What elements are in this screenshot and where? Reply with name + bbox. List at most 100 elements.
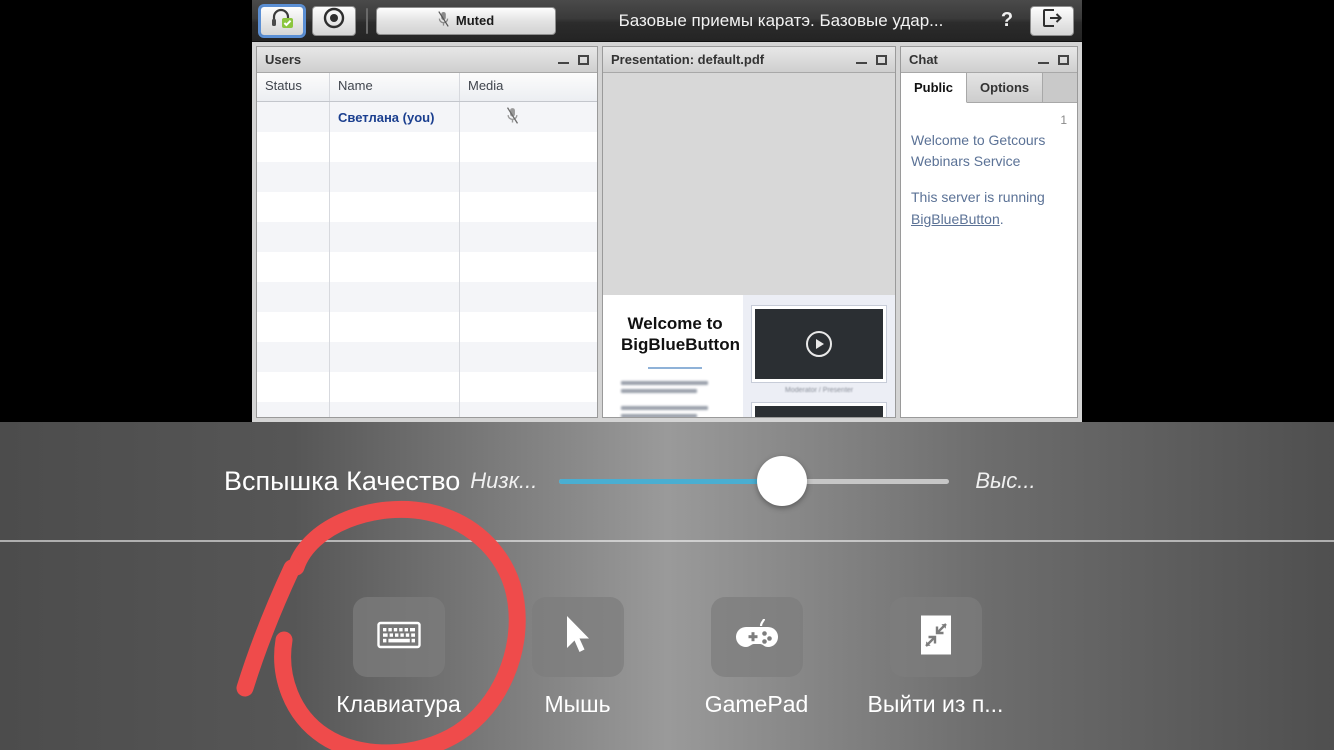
chat-message-line-2: Webinars Service: [911, 153, 1021, 170]
presentation-slide: Welcome to BigBlueButton Moderator / Pre…: [603, 295, 895, 417]
quality-low-label: Низк...: [470, 468, 538, 493]
maximize-icon[interactable]: [578, 54, 589, 65]
slide-heading-line2: BigBlueButton: [621, 335, 740, 355]
table-row: [257, 132, 597, 162]
chat-message-line-1: Welcome to Getcours: [911, 131, 1046, 148]
mic-muted-icon: [506, 107, 519, 127]
keyboard-button-label: Клавиатура: [336, 691, 461, 717]
keyboard-button-icon-box: [352, 597, 445, 677]
quality-slider[interactable]: [559, 456, 950, 506]
chat-window-controls: [1038, 54, 1069, 65]
cell-media: [460, 102, 597, 132]
video-thumbnail-caption: Moderator / Presenter: [785, 387, 854, 394]
cell-name: Светлана (you): [330, 102, 460, 132]
chat-messages: 1 Welcome to Getcours Webinars Service T…: [901, 103, 1077, 417]
logout-icon: [1042, 8, 1063, 33]
cursor-icon: [563, 614, 593, 661]
minimize-icon[interactable]: [558, 62, 569, 64]
minimize-icon[interactable]: [856, 62, 867, 64]
chat-panel-title: Chat: [909, 52, 938, 67]
logout-button[interactable]: [1030, 5, 1074, 36]
tab-public[interactable]: Public: [901, 73, 968, 103]
toolbar-divider: [366, 7, 368, 34]
slide-text-column: Welcome to BigBlueButton: [603, 295, 743, 417]
table-row: [257, 312, 597, 342]
exit-fullscreen-icon: [919, 614, 953, 661]
keyboard-icon: [376, 620, 421, 655]
help-button[interactable]: ?: [990, 9, 1024, 32]
table-row: [257, 222, 597, 252]
presentation-panel: Presentation: default.pdf Welcome to Big…: [602, 46, 896, 418]
mute-button-label: Muted: [455, 13, 495, 28]
overlay-divider: [0, 540, 1334, 542]
mic-muted-icon: [438, 11, 449, 30]
gamepad-button-icon-box: [710, 597, 803, 677]
exit-fullscreen-button-label: Выйти из п...: [867, 691, 1004, 717]
control-buttons-row: Клавиатура Мышь GamePad Выйти из п...: [0, 597, 1334, 718]
minimize-icon[interactable]: [1038, 62, 1049, 64]
presentation-panel-header: Presentation: default.pdf: [603, 47, 895, 73]
tab-options[interactable]: Options: [967, 73, 1044, 102]
column-header-media: Media: [468, 78, 504, 93]
panel-container: Users Status Name Media Светлана (you) P…: [252, 42, 1082, 422]
webcam-share-button[interactable]: [312, 5, 356, 36]
column-header-status: Status: [257, 73, 330, 101]
users-panel-header: Users: [257, 47, 597, 73]
audio-settings-button[interactable]: [260, 5, 304, 36]
mouse-button-icon-box: [531, 597, 624, 677]
table-row: [257, 252, 597, 282]
video-preview-2: [755, 406, 883, 417]
chat-timestamp: 1: [1060, 113, 1067, 127]
slide-body-text: [621, 380, 729, 417]
gamepad-button[interactable]: GamePad: [705, 597, 808, 718]
table-row: [257, 162, 597, 192]
presentation-body[interactable]: Welcome to BigBlueButton Moderator / Pre…: [603, 73, 895, 417]
table-row: [257, 372, 597, 402]
video-thumbnail-moderator[interactable]: [751, 305, 887, 383]
users-panel-title: Users: [265, 52, 302, 67]
slider-thumb[interactable]: [756, 456, 807, 506]
screen: Muted Базовые приемы каратэ. Базовые уда…: [0, 0, 1334, 750]
remote-control-overlay: Вспышка Качество Низк... Выс... Клавиату…: [0, 422, 1334, 750]
users-panel: Users Status Name Media Светлана (you): [256, 46, 598, 418]
play-icon: [806, 331, 833, 357]
table-row: [257, 192, 597, 222]
column-header-name: Name: [330, 73, 460, 101]
maximize-icon[interactable]: [1058, 54, 1069, 65]
chat-server-line: This server is running: [911, 188, 1045, 205]
presentation-panel-title: Presentation: default.pdf: [611, 52, 765, 67]
session-title: Базовые приемы каратэ. Базовые удар...: [618, 10, 944, 30]
users-window-controls: [558, 54, 589, 65]
mouse-button[interactable]: Мышь: [531, 597, 624, 718]
quality-row: Вспышка Качество Низк... Выс...: [0, 422, 1334, 540]
slide-heading-line1: Welcome to: [627, 314, 723, 333]
chat-tabs: Public Options: [901, 73, 1077, 103]
gamepad-button-label: GamePad: [704, 691, 809, 717]
app-toolbar: Muted Базовые приемы каратэ. Базовые уда…: [252, 0, 1082, 42]
slide-divider: [648, 366, 703, 369]
quality-high-label: Выс...: [975, 468, 1036, 493]
gamepad-icon: [734, 617, 780, 658]
exit-fullscreen-icon-box: [889, 597, 982, 677]
slider-fill: [559, 478, 782, 484]
presentation-window-controls: [856, 54, 887, 65]
video-thumbnail-viewer[interactable]: [751, 402, 887, 417]
bigbluebutton-link[interactable]: BigBlueButton: [911, 211, 1000, 227]
keyboard-button[interactable]: Клавиатура: [336, 597, 461, 718]
record-circle-icon: [323, 7, 345, 34]
maximize-icon[interactable]: [876, 54, 887, 65]
users-table-header: Status Name Media: [257, 73, 597, 102]
table-row: [257, 342, 597, 372]
webinar-app: Muted Базовые приемы каратэ. Базовые уда…: [252, 0, 1082, 422]
mute-toggle-button[interactable]: Muted: [376, 6, 556, 35]
chat-period: .: [999, 210, 1004, 227]
table-row: [257, 282, 597, 312]
slide-thumbnail-column: Moderator / Presenter: [743, 295, 895, 417]
exit-fullscreen-button[interactable]: Выйти из п...: [868, 597, 1003, 718]
cell-status: [257, 102, 330, 132]
chat-panel-header: Chat: [901, 47, 1077, 73]
quality-label: Вспышка Качество: [224, 465, 461, 496]
headset-check-icon: [270, 8, 294, 33]
table-row[interactable]: Светлана (you): [257, 102, 597, 132]
users-table-body: Светлана (you): [257, 102, 597, 417]
